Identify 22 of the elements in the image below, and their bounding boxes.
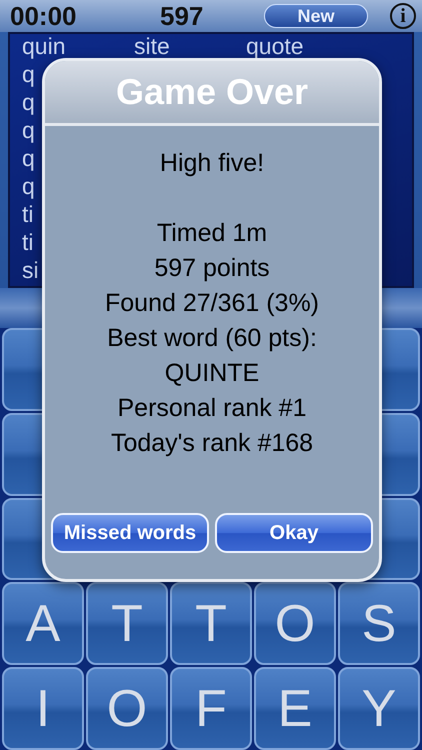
dialog-title: Game Over [116, 71, 308, 113]
found-word: q [22, 90, 36, 114]
found-word: ti [22, 202, 34, 226]
found-word: q [22, 174, 36, 198]
result-line: QUINTE [164, 358, 260, 389]
found-word: q [22, 146, 36, 170]
result-line: High five! [160, 148, 264, 179]
result-line: Personal rank #1 [117, 393, 306, 424]
result-line: 597 points [154, 253, 270, 284]
found-word: quote [246, 34, 305, 58]
found-word: quin [22, 34, 66, 58]
found-word: q [22, 62, 36, 86]
found-word: site [134, 34, 171, 58]
score: 597 [160, 0, 204, 32]
found-word: q [22, 118, 36, 142]
timer: 00:00 [10, 0, 78, 32]
result-line: Timed 1m [156, 218, 268, 249]
result-line: Found 27/361 (3%) [104, 288, 320, 319]
result-line: Today's rank #168 [110, 428, 314, 459]
found-word: ti [22, 230, 34, 254]
found-word: si [22, 258, 40, 282]
result-line: Best word (60 pts): [107, 323, 317, 354]
